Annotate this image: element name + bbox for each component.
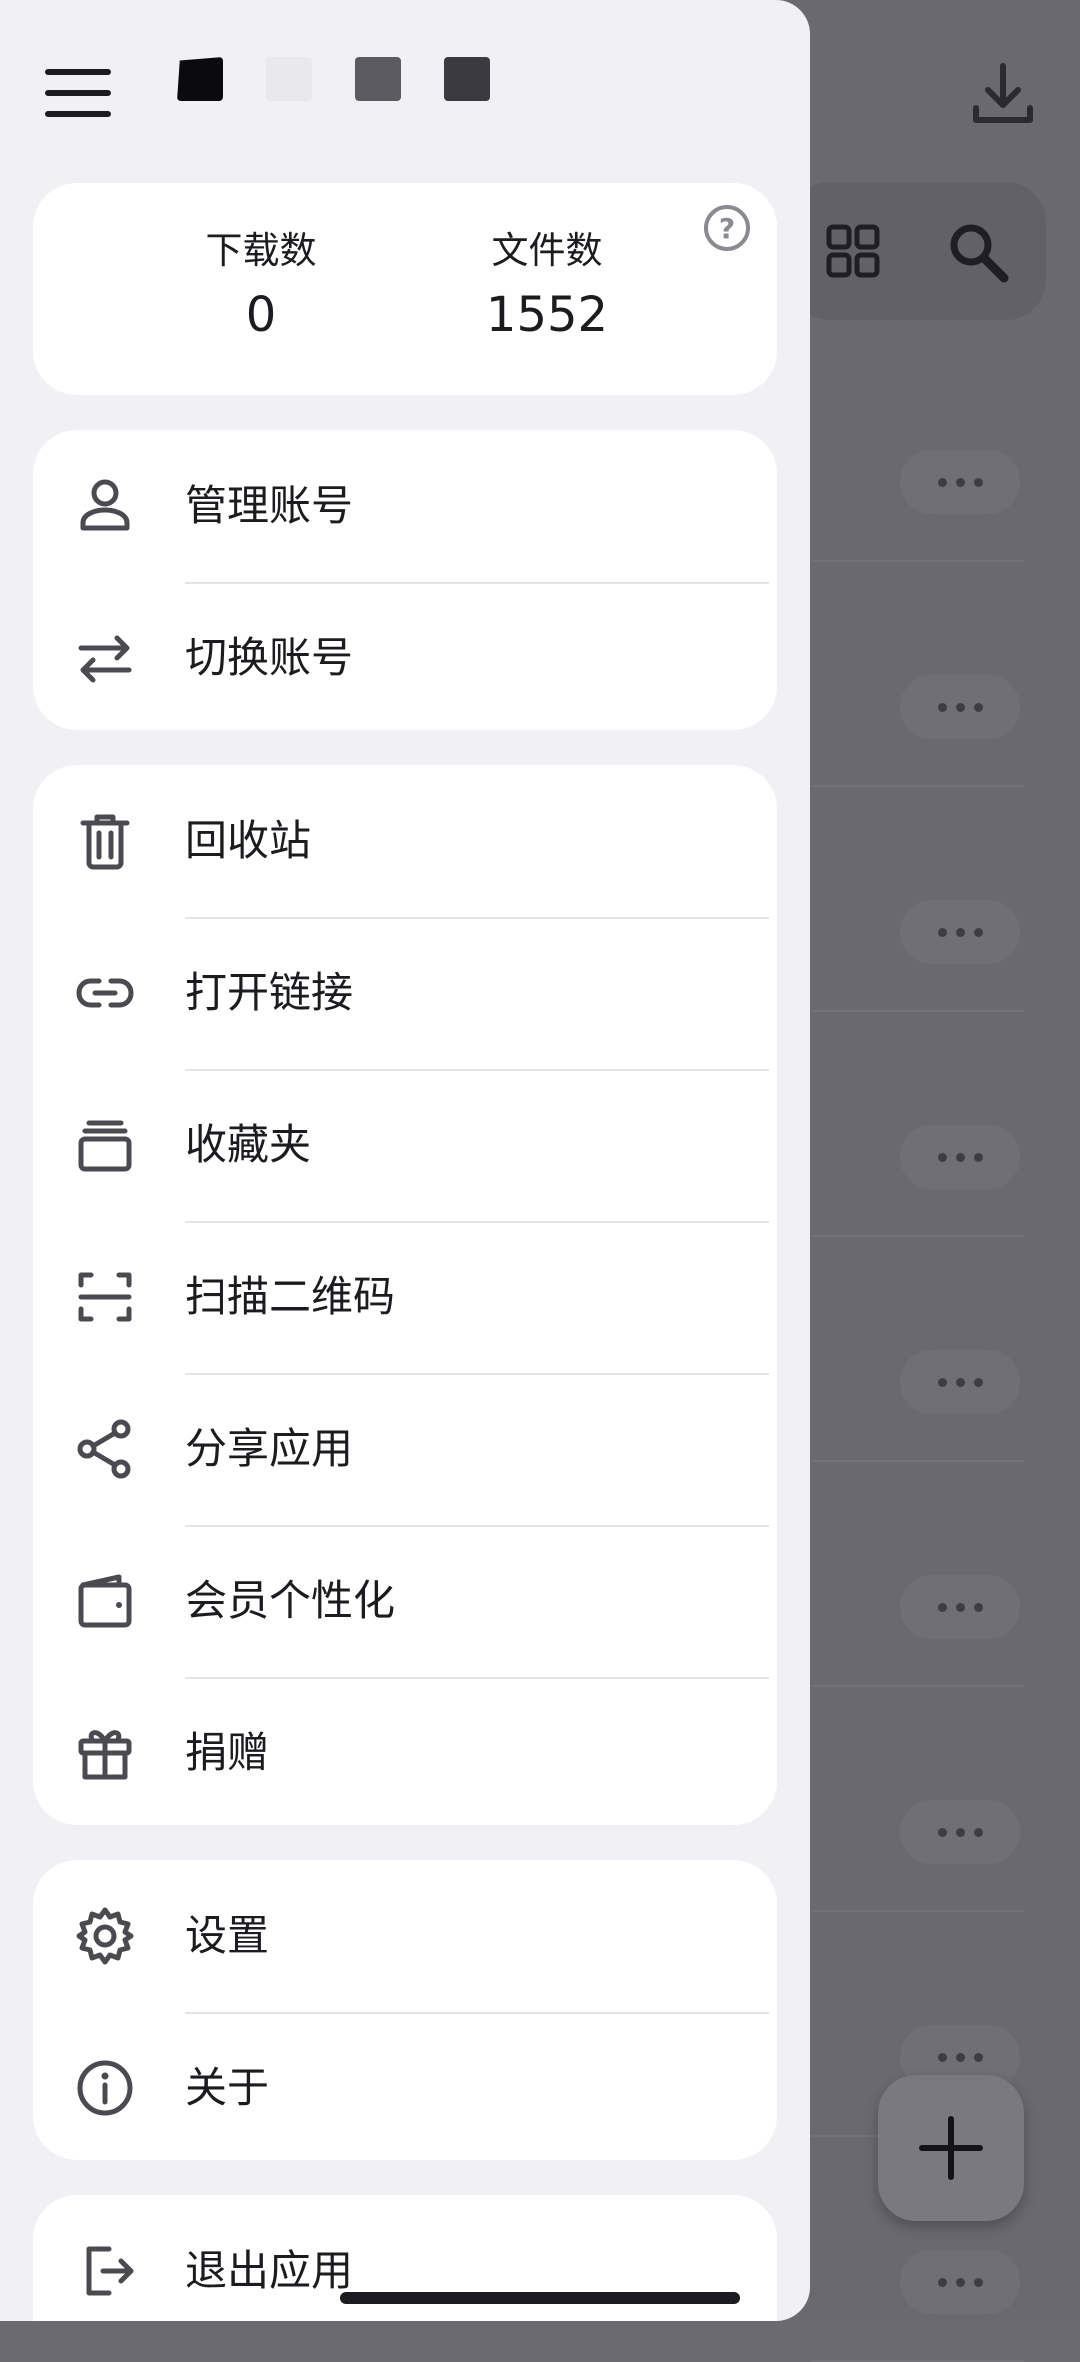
share-icon <box>75 1419 135 1479</box>
menu-item-label: 切换账号 <box>185 633 354 682</box>
menu-item-label: 打开链接 <box>185 968 354 1017</box>
menu-item[interactable]: 关于 <box>33 2012 777 2164</box>
more-options-button[interactable] <box>900 1575 1020 1639</box>
menu-item[interactable]: 管理账号 <box>33 430 777 582</box>
settings-menu-card: 设置 关于 <box>33 1860 777 2160</box>
more-options-button[interactable] <box>900 1800 1020 1864</box>
person-icon <box>75 476 135 536</box>
navigation-drawer: 下载数 0 文件数 1552 ? 管理账号切换账号 回收站打开链接收藏夹扫描二维… <box>0 0 810 2321</box>
menu-item[interactable]: 切换账号 <box>33 582 777 734</box>
row-divider <box>811 1235 1024 1237</box>
downloads-stat: 下载数 0 <box>151 229 371 345</box>
menu-item[interactable]: 捐赠 <box>33 1677 777 1829</box>
downloads-label: 下载数 <box>205 229 317 272</box>
grid-view-icon[interactable] <box>826 224 880 278</box>
menu-item-label: 关于 <box>185 2063 270 2112</box>
download-icon[interactable] <box>968 60 1038 130</box>
swap-icon <box>75 628 135 688</box>
row-divider <box>811 1010 1024 1012</box>
account-menu-card: 管理账号 切换账号 <box>33 430 777 730</box>
help-icon[interactable]: ? <box>704 205 750 251</box>
menu-item-label: 收藏夹 <box>185 1120 312 1169</box>
files-stat: 文件数 1552 <box>437 229 657 345</box>
row-divider <box>811 785 1024 787</box>
menu-item-label: 设置 <box>185 1911 270 1960</box>
gear-icon <box>75 1906 135 1966</box>
row-divider <box>811 560 1024 562</box>
row-divider <box>811 1910 1024 1912</box>
search-icon[interactable] <box>946 220 1010 284</box>
home-indicator <box>340 2292 740 2304</box>
link-icon <box>75 963 135 1023</box>
collections-icon <box>75 1115 135 1175</box>
menu-item-label: 退出应用 <box>185 2246 354 2295</box>
theme-color-swatch[interactable] <box>444 57 490 101</box>
info-icon <box>75 2058 135 2118</box>
menu-item-label: 扫描二维码 <box>185 1272 396 1321</box>
stats-card: 下载数 0 文件数 1552 ? <box>33 183 777 395</box>
qr-scan-icon <box>75 1267 135 1327</box>
menu-item[interactable]: 收藏夹 <box>33 1069 777 1221</box>
theme-color-swatch[interactable] <box>355 57 401 101</box>
menu-item[interactable]: 分享应用 <box>33 1373 777 1525</box>
menu-item[interactable]: 打开链接 <box>33 917 777 1069</box>
row-divider <box>811 1460 1024 1462</box>
menu-item-label: 管理账号 <box>185 481 354 530</box>
menu-item-label: 会员个性化 <box>185 1576 396 1625</box>
more-options-button[interactable] <box>900 1125 1020 1189</box>
gift-icon <box>75 1723 135 1783</box>
menu-item[interactable]: 回收站 <box>33 765 777 917</box>
more-options-button[interactable] <box>900 675 1020 739</box>
trash-icon <box>75 811 135 871</box>
theme-color-swatch[interactable] <box>266 57 312 101</box>
menu-item[interactable]: 扫描二维码 <box>33 1221 777 1373</box>
more-options-button[interactable] <box>900 900 1020 964</box>
theme-color-swatch[interactable] <box>177 57 223 101</box>
files-label: 文件数 <box>491 229 603 272</box>
more-options-button[interactable] <box>900 2250 1020 2314</box>
tools-menu-card: 回收站打开链接收藏夹扫描二维码分享应用会员个性化捐赠 <box>33 765 777 1825</box>
wallet-icon <box>75 1571 135 1631</box>
plus-icon <box>919 2116 983 2180</box>
menu-item-label: 回收站 <box>185 816 312 865</box>
more-options-button[interactable] <box>900 450 1020 514</box>
menu-item[interactable]: 会员个性化 <box>33 1525 777 1677</box>
add-button[interactable] <box>878 2075 1024 2221</box>
menu-item[interactable]: 设置 <box>33 1860 777 2012</box>
menu-item-label: 捐赠 <box>185 1728 270 1777</box>
row-divider <box>811 1685 1024 1687</box>
logout-icon <box>75 2241 135 2301</box>
more-options-button[interactable] <box>900 1350 1020 1414</box>
downloads-count: 0 <box>245 287 277 343</box>
files-count: 1552 <box>485 287 609 343</box>
menu-item-label: 分享应用 <box>185 1424 354 1473</box>
menu-icon[interactable] <box>44 64 112 122</box>
